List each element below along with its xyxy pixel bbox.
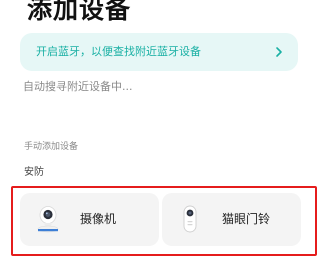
chevron-right-icon xyxy=(276,47,282,57)
peephole-doorbell-icon xyxy=(183,205,197,233)
page-title: 添加设备 xyxy=(27,0,132,24)
manual-add-section-title: 手动添加设备 xyxy=(24,142,79,152)
bluetooth-banner-text: 开启蓝牙，以便查找附近蓝牙设备 xyxy=(36,45,201,58)
security-camera-icon xyxy=(37,206,59,233)
device-card-peephole-doorbell[interactable]: 猫眼门铃 xyxy=(162,193,301,246)
category-label-security: 安防 xyxy=(24,167,44,178)
device-label-peephole-doorbell: 猫眼门铃 xyxy=(222,212,271,226)
enable-bluetooth-banner[interactable]: 开启蓝牙，以便查找附近蓝牙设备 xyxy=(20,33,298,71)
add-device-page: 添加设备 开启蓝牙，以便查找附近蓝牙设备 自动搜寻附近设备中... 手动添加设备… xyxy=(0,0,320,259)
scan-status-text: 自动搜寻附近设备中... xyxy=(23,80,133,93)
device-label-camera: 摄像机 xyxy=(80,212,117,226)
device-card-camera[interactable]: 摄像机 xyxy=(20,193,159,246)
